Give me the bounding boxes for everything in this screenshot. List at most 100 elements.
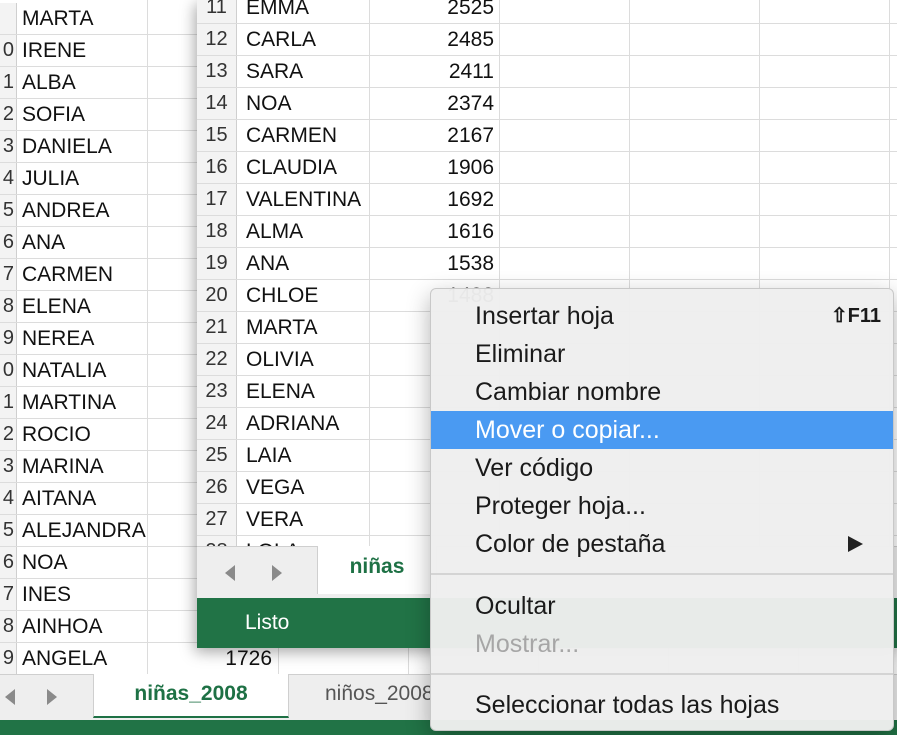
menu-item-ocultar[interactable]: Ocultar bbox=[431, 587, 893, 625]
table-row[interactable]: 12 CARLA 2485 bbox=[197, 24, 897, 56]
menu-item-eliminar[interactable]: Eliminar bbox=[431, 335, 893, 373]
scroll-tabs-left-icon[interactable] bbox=[5, 689, 15, 705]
name-cell[interactable]: ELENA bbox=[246, 376, 315, 407]
name-cell[interactable]: ELENA bbox=[22, 291, 91, 322]
name-cell[interactable]: INES bbox=[22, 579, 71, 610]
name-cell[interactable]: ADRIANA bbox=[246, 408, 339, 439]
name-cell[interactable]: NOA bbox=[22, 547, 68, 578]
name-cell[interactable]: ANA bbox=[22, 227, 65, 258]
value-cell[interactable]: 2525 bbox=[372, 0, 494, 23]
menu-item-seleccionar-todas[interactable]: Seleccionar todas las hojas bbox=[431, 686, 893, 724]
row-number[interactable]: 9 bbox=[0, 643, 17, 674]
menu-item-proteger-hoja[interactable]: Proteger hoja... bbox=[431, 487, 893, 525]
row-number[interactable]: 12 bbox=[197, 24, 237, 55]
row-number[interactable]: 0 bbox=[0, 35, 17, 66]
table-row[interactable]: 13 SARA 2411 bbox=[197, 56, 897, 88]
row-number[interactable]: 3 bbox=[0, 131, 17, 162]
row-number[interactable]: 27 bbox=[197, 504, 237, 535]
row-number[interactable]: 2 bbox=[0, 419, 17, 450]
row-number[interactable]: 14 bbox=[197, 88, 237, 119]
row-number[interactable]: 7 bbox=[0, 259, 17, 290]
name-cell[interactable]: ROCIO bbox=[22, 419, 91, 450]
row-number[interactable]: 19 bbox=[197, 248, 237, 279]
value-cell[interactable]: 2167 bbox=[372, 120, 494, 151]
row-number[interactable]: 25 bbox=[197, 440, 237, 471]
name-cell[interactable]: CARMEN bbox=[246, 120, 337, 151]
name-cell[interactable]: VALENTINA bbox=[246, 184, 361, 215]
row-number[interactable]: 4 bbox=[0, 483, 17, 514]
name-cell[interactable]: NATALIA bbox=[22, 355, 106, 386]
name-cell[interactable]: NOA bbox=[246, 88, 292, 119]
row-number[interactable]: 16 bbox=[197, 152, 237, 183]
name-cell[interactable]: LAIA bbox=[246, 440, 292, 471]
row-number[interactable]: 17 bbox=[197, 184, 237, 215]
value-cell[interactable]: 2485 bbox=[372, 24, 494, 55]
row-number[interactable]: 7 bbox=[0, 579, 17, 610]
name-cell[interactable]: MARTA bbox=[246, 312, 318, 343]
row-number[interactable]: 26 bbox=[197, 472, 237, 503]
row-number[interactable]: 8 bbox=[0, 611, 17, 642]
name-cell[interactable]: VERA bbox=[246, 504, 303, 535]
scroll-tabs-right-icon[interactable] bbox=[47, 689, 57, 705]
name-cell[interactable]: IRENE bbox=[22, 35, 86, 66]
name-cell[interactable]: SARA bbox=[246, 56, 303, 87]
name-cell[interactable]: VEGA bbox=[246, 472, 304, 503]
name-cell[interactable]: CLAUDIA bbox=[246, 152, 337, 183]
name-cell[interactable]: MARTA bbox=[22, 3, 94, 34]
row-number[interactable]: 24 bbox=[197, 408, 237, 439]
name-cell[interactable]: EMMA bbox=[246, 0, 309, 23]
name-cell[interactable]: JULIA bbox=[22, 163, 79, 194]
row-number[interactable]: 22 bbox=[197, 344, 237, 375]
value-cell[interactable]: 1692 bbox=[372, 184, 494, 215]
name-cell[interactable]: NEREA bbox=[22, 323, 94, 354]
name-cell[interactable]: LOLA bbox=[246, 536, 300, 546]
row-number[interactable]: 15 bbox=[197, 120, 237, 151]
row-number[interactable]: 20 bbox=[197, 280, 237, 311]
name-cell[interactable]: ALBA bbox=[22, 67, 76, 98]
sheet-tab-ninas-2008[interactable]: niñas_2008 bbox=[93, 674, 289, 718]
row-number[interactable]: 1 bbox=[0, 67, 17, 98]
sheet-tab-ninas[interactable]: niñas bbox=[317, 546, 437, 594]
row-number[interactable] bbox=[0, 3, 17, 34]
row-number[interactable]: 18 bbox=[197, 216, 237, 247]
table-row[interactable]: 19 ANA 1538 bbox=[197, 248, 897, 280]
name-cell[interactable]: OLIVIA bbox=[246, 344, 314, 375]
row-number[interactable]: 23 bbox=[197, 376, 237, 407]
name-cell[interactable]: ANGELA bbox=[22, 643, 107, 674]
menu-item-mover-o-copiar[interactable]: Mover o copiar... bbox=[431, 411, 893, 449]
value-cell[interactable]: 1616 bbox=[372, 216, 494, 247]
row-number[interactable]: 13 bbox=[197, 56, 237, 87]
name-cell[interactable]: CARLA bbox=[246, 24, 316, 55]
menu-item-ver-codigo[interactable]: Ver código bbox=[431, 449, 893, 487]
table-row[interactable]: 17 VALENTINA 1692 bbox=[197, 184, 897, 216]
name-cell[interactable]: SOFIA bbox=[22, 99, 85, 130]
row-number[interactable]: 2 bbox=[0, 99, 17, 130]
value-cell[interactable]: 1538 bbox=[372, 248, 494, 279]
name-cell[interactable]: CHLOE bbox=[246, 280, 318, 311]
name-cell[interactable]: DANIELA bbox=[22, 131, 112, 162]
table-row[interactable]: 15 CARMEN 2167 bbox=[197, 120, 897, 152]
table-row[interactable]: 11 EMMA 2525 bbox=[197, 0, 897, 24]
row-number[interactable]: 6 bbox=[0, 547, 17, 578]
row-number[interactable]: 5 bbox=[0, 195, 17, 226]
row-number[interactable]: 28 bbox=[197, 536, 237, 546]
sheet-tab-ninos-2008[interactable]: niños_2008 bbox=[289, 674, 431, 718]
name-cell[interactable]: CARMEN bbox=[22, 259, 113, 290]
name-cell[interactable]: ALMA bbox=[246, 216, 303, 247]
name-cell[interactable]: ALEJANDRA bbox=[22, 515, 146, 546]
row-number[interactable]: 6 bbox=[0, 227, 17, 258]
menu-item-insertar-hoja[interactable]: Insertar hoja ⇧F11 bbox=[431, 297, 893, 335]
row-number[interactable]: 3 bbox=[0, 451, 17, 482]
row-number[interactable]: 8 bbox=[0, 291, 17, 322]
row-number[interactable]: 4 bbox=[0, 163, 17, 194]
scroll-tabs-left-icon[interactable] bbox=[225, 565, 235, 581]
name-cell[interactable]: ANA bbox=[246, 248, 289, 279]
row-number[interactable]: 9 bbox=[0, 323, 17, 354]
name-cell[interactable]: MARTINA bbox=[22, 387, 116, 418]
name-cell[interactable]: MARINA bbox=[22, 451, 104, 482]
value-cell[interactable]: 2411 bbox=[372, 56, 494, 87]
row-number[interactable]: 11 bbox=[197, 0, 237, 23]
row-number[interactable]: 0 bbox=[0, 355, 17, 386]
row-number[interactable]: 21 bbox=[197, 312, 237, 343]
table-row[interactable]: 14 NOA 2374 bbox=[197, 88, 897, 120]
